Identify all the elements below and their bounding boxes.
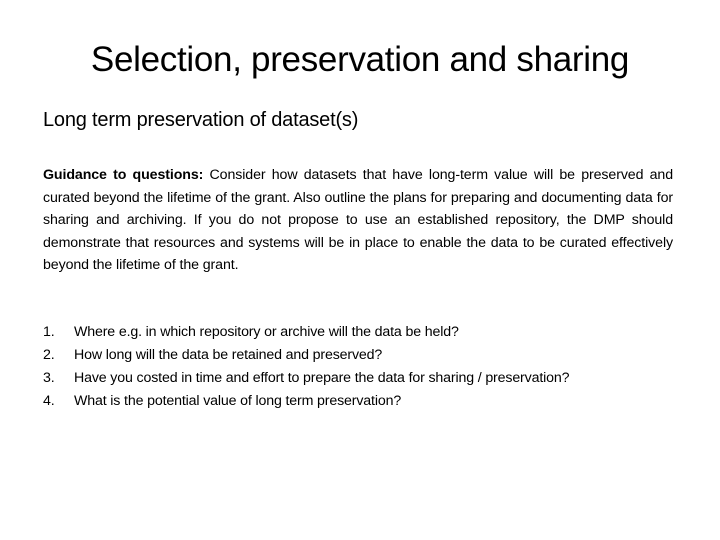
question-text: How long will the data be retained and p… (74, 347, 383, 363)
question-number: 2. (43, 347, 55, 363)
question-item: 2. How long will the data be retained an… (43, 344, 683, 367)
guidance-label: Guidance to questions: (43, 167, 204, 183)
question-number: 1. (43, 324, 55, 340)
guidance-paragraph: Guidance to questions: Consider how data… (43, 164, 673, 277)
question-item: 1. Where e.g. in which repository or arc… (43, 321, 683, 344)
question-text: What is the potential value of long term… (74, 393, 402, 409)
questions-list: 1. Where e.g. in which repository or arc… (43, 321, 683, 413)
question-item: 4. What is the potential value of long t… (43, 390, 683, 413)
question-item: 3. Have you costed in time and effort to… (43, 367, 683, 390)
slide-title: Selection, preservation and sharing (90, 40, 630, 79)
question-text: Where e.g. in which repository or archiv… (74, 324, 459, 340)
question-number: 3. (43, 370, 55, 386)
question-text: Have you costed in time and effort to pr… (74, 370, 570, 386)
section-heading: Long term preservation of dataset(s) (43, 109, 359, 131)
question-number: 4. (43, 393, 55, 409)
